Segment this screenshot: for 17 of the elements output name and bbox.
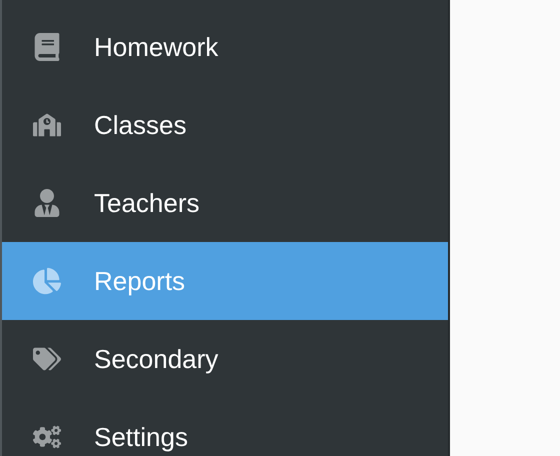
- sidebar-label: Settings: [94, 420, 188, 454]
- sidebar-item[interactable]: Homework: [2, 8, 448, 86]
- tags-icon: [33, 345, 61, 373]
- book-icon: [33, 33, 61, 61]
- sidebar-label: Teachers: [94, 186, 200, 220]
- person-icon: [33, 189, 61, 217]
- sidebar-label: Secondary: [94, 342, 218, 376]
- sidebar-label: Classes: [94, 108, 186, 142]
- sidebar-item[interactable]: Teachers: [2, 164, 448, 242]
- school-icon: [33, 111, 61, 139]
- sidebar-item[interactable]: Settings: [2, 398, 448, 456]
- sidebar-label: Reports: [94, 264, 186, 298]
- pie-chart-icon: [33, 267, 61, 295]
- sidebar-item[interactable]: Classes: [2, 86, 448, 164]
- sidebar-label: Homework: [94, 30, 218, 64]
- sidebar-item[interactable]: Secondary: [2, 320, 448, 398]
- gears-icon: [33, 423, 61, 451]
